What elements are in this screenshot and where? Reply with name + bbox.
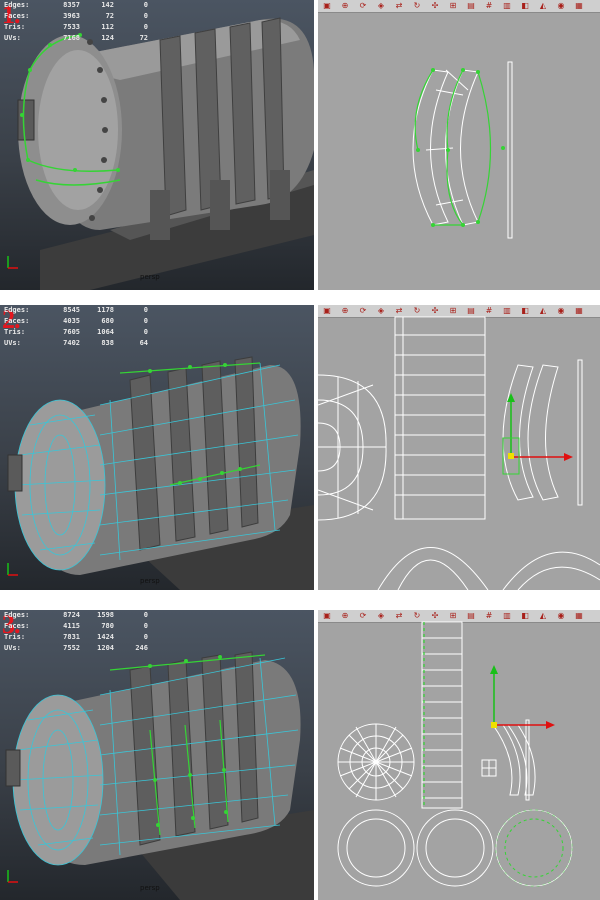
hud-value: 7533 [63,23,80,31]
hud-value: 7831 [63,633,80,641]
uv-shells [318,316,600,590]
uv-layout [412,61,513,239]
uv-shells [412,61,513,239]
hud-label: Tris: [4,328,26,336]
view-axis-icon [7,563,18,576]
side-hatch [7,454,23,492]
hud-value: 7605 [63,328,80,336]
hud-value: 64 [139,339,148,347]
hud-value: 8357 [63,1,80,9]
hud-value: 0 [143,611,148,619]
hud-value: 0 [143,622,148,630]
hud-row-uvs: UVs: 7552 1204 246 [4,643,148,654]
hud-value: 4035 [63,317,80,325]
hud-label: UVs: [4,339,21,347]
ring-outline [495,809,573,887]
hud-value: 0 [143,317,148,325]
hud-value: 0 [143,328,148,336]
selected-ring-shell [495,809,573,887]
hud-value: 4115 [63,622,80,630]
hud-row-faces: Faces: 4115 780 0 [4,621,148,632]
tank-dome [15,400,105,570]
hud-value: 0 [143,12,148,20]
hud-value: 680 [101,317,114,325]
hud-value: 112 [101,23,114,31]
uv-texture-editor[interactable]: ▣ ⊕ ⟳ ◈ ⇄ ↻ ✣ ⊞ ▤ # ▥ ◧ ◭ ◉ ▦ [318,610,600,900]
side-hatch [5,749,21,787]
hud-label: Edges: [4,611,30,619]
hud-label: Faces: [4,12,30,20]
camera-label: persp [140,577,160,585]
perspective-viewport[interactable]: 1. Edges: 8357 142 0 Faces: 3963 72 0 Tris: 753… [0,0,314,290]
hud-value: 1064 [97,328,114,336]
hud-value: 838 [101,339,114,347]
hud-value: 7552 [63,644,80,652]
uv-layout [318,316,600,590]
hud-value: 1178 [97,306,114,314]
hud-row-edges: Edges: 8357 142 0 [4,0,148,11]
hud-row-faces: Faces: 4035 680 0 [4,316,148,327]
hud-value: 246 [135,644,148,652]
move-x-arrow-icon[interactable] [564,453,573,461]
hud-value: 0 [143,1,148,9]
hud-label: Tris: [4,633,26,641]
hud-label: Tris: [4,23,26,31]
hud-row-tris: Tris: 7533 112 0 [4,22,148,33]
hud-row-faces: Faces: 3963 72 0 [4,11,148,22]
hud-label: UVs: [4,34,21,42]
hud-value: 8724 [63,611,80,619]
hud-value: 3963 [63,12,80,20]
hud-label: UVs: [4,644,21,652]
poly-count-hud: Edges: 8357 142 0 Faces: 3963 72 0 Tris: 7533 11… [4,0,148,44]
poly-count-hud: Edges: 8724 1598 0 Faces: 4115 780 0 Tris: 7831… [4,610,148,654]
hud-value: 72 [105,12,114,20]
hud-row-uvs: UVs: 7168 124 72 [4,33,148,44]
camera-label: persp [140,273,160,281]
move-center-handle[interactable] [491,722,497,728]
view-axis-icon [7,256,18,269]
hud-label: Edges: [4,1,30,9]
hud-label: Edges: [4,306,30,314]
hud-value: 8545 [63,306,80,314]
move-center-handle[interactable] [508,453,514,459]
uv-layout [337,621,573,887]
hud-value: 0 [143,306,148,314]
tank-dome [13,695,103,865]
poly-count-hud: Edges: 8545 1178 0 Faces: 4035 680 0 Tris: 7605… [4,305,148,349]
hud-row-edges: Edges: 8545 1178 0 [4,305,148,316]
hud-value: 0 [143,23,148,31]
uv-texture-editor[interactable]: ▣ ⊕ ⟳ ◈ ⇄ ↻ ✣ ⊞ ▤ # ▥ ◧ ◭ ◉ ▦ [318,305,600,590]
move-x-arrow-icon[interactable] [546,721,555,729]
hud-value: 780 [101,622,114,630]
hud-value: 1598 [97,611,114,619]
panel-step-1: 1. Edges: 8357 142 0 Faces: 3963 72 0 Tris: 753… [0,0,600,290]
perspective-viewport[interactable]: 2. Edges: 8545 1178 0 Faces: 4035 680 0 Tris: 7… [0,305,314,590]
hud-label: Faces: [4,317,30,325]
view-axis-icon [7,870,18,883]
hud-value: 7168 [63,34,80,42]
perspective-viewport[interactable]: 3. Edges: 8724 1598 0 Faces: 4115 780 0 Tris: 7… [0,610,314,900]
hud-row-tris: Tris: 7831 1424 0 [4,632,148,643]
hud-row-uvs: UVs: 7402 838 64 [4,338,148,349]
hud-row-tris: Tris: 7605 1064 0 [4,327,148,338]
hud-label: Faces: [4,622,30,630]
hud-value: 72 [139,34,148,42]
hud-value: 0 [143,633,148,641]
hud-row-edges: Edges: 8724 1598 0 [4,610,148,621]
hud-value: 124 [101,34,114,42]
hud-value: 1204 [97,644,114,652]
panel-step-2: 2. Edges: 8545 1178 0 Faces: 4035 680 0 Tris: 7… [0,305,600,590]
hud-value: 7402 [63,339,80,347]
panel-step-3: 3. Edges: 8724 1598 0 Faces: 4115 780 0 Tris: 7… [0,610,600,900]
hud-value: 142 [101,1,114,9]
hud-value: 1424 [97,633,114,641]
move-y-arrow-icon[interactable] [490,665,498,674]
side-hatch [17,99,35,141]
camera-label: persp [140,884,160,892]
uv-texture-editor[interactable]: ▣ ⊕ ⟳ ◈ ⇄ ↻ ✣ ⊞ ▤ # ▥ ◧ ◭ ◉ ▦ [318,0,600,290]
